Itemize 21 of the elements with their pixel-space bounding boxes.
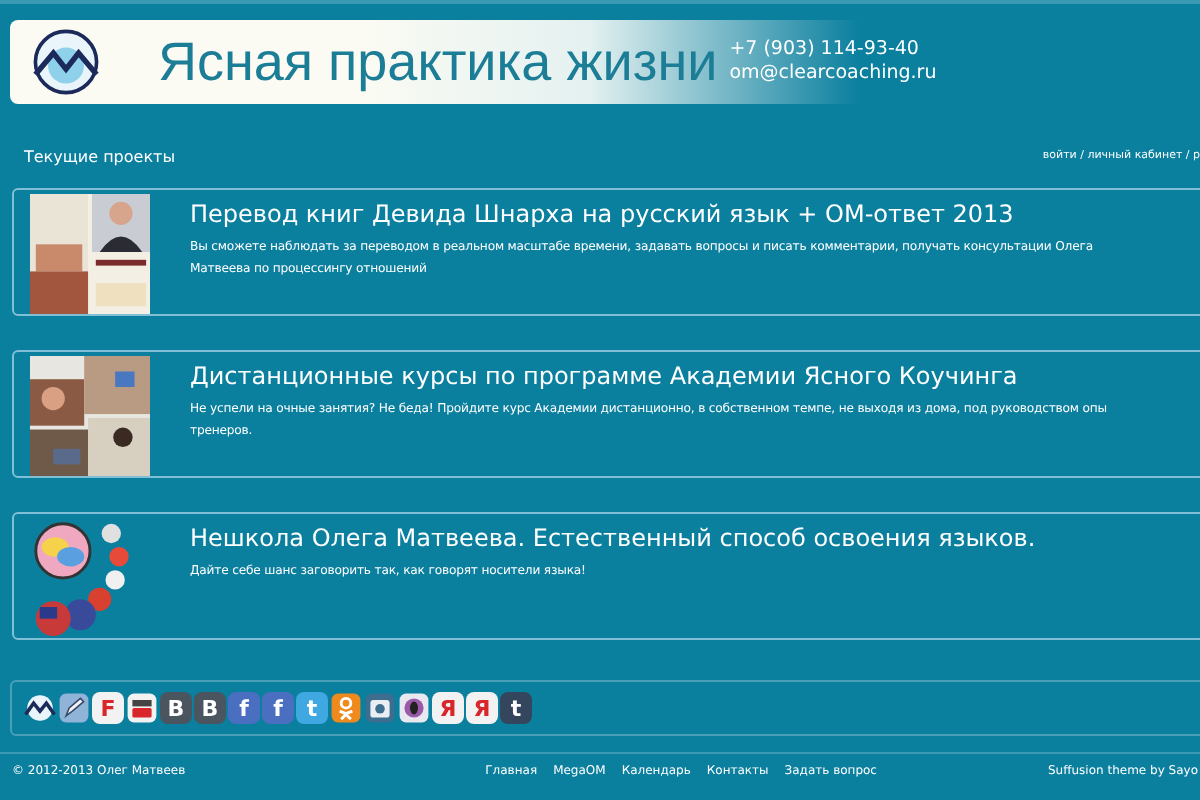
camera-icon[interactable]: [364, 692, 396, 724]
social-icon[interactable]: Я: [432, 692, 464, 724]
social-icon[interactable]: f: [262, 692, 294, 724]
social-icon[interactable]: t: [500, 692, 532, 724]
site-title: Ясная практика жизни: [158, 31, 718, 93]
pencil-icon[interactable]: [58, 692, 90, 724]
person-icon[interactable]: [330, 692, 362, 724]
section-heading: Текущие проекты: [24, 147, 176, 165]
social-icon[interactable]: B: [160, 692, 192, 724]
logo-icon: [30, 26, 102, 98]
email-address: om@clearcoaching.ru: [729, 62, 937, 86]
project-title[interactable]: Дистанционные курсы по программе Академии Ясного Коучинга: [190, 362, 1107, 390]
project-title[interactable]: Нешкола Олега Матвеева. Естественный способ освоения языков.: [190, 524, 1036, 552]
phone-number: +7 (903) 114-93-40: [729, 38, 921, 62]
social-icon[interactable]: t: [296, 692, 328, 724]
social-icon[interactable]: B: [194, 692, 226, 724]
social-icon[interactable]: Я: [466, 692, 498, 724]
social-icon[interactable]: f: [228, 692, 260, 724]
social-icon[interactable]: F: [92, 692, 124, 724]
project-title[interactable]: Перевод книг Девида Шнарха на русский язык + ОМ-ответ 2013: [190, 200, 1093, 228]
logo-icon[interactable]: [24, 692, 56, 724]
